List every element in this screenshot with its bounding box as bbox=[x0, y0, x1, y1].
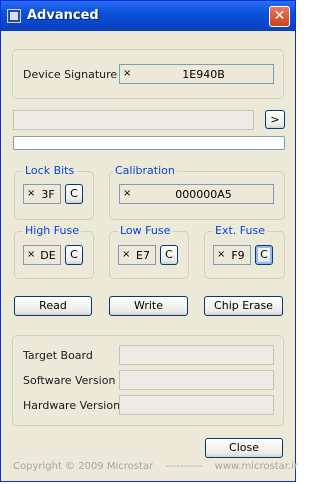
calibration-field: × 000000A5 bbox=[119, 184, 274, 204]
ext-fuse-c-button[interactable]: C bbox=[255, 245, 273, 265]
software-version-label: Software Version bbox=[23, 374, 116, 387]
status-field bbox=[13, 110, 254, 130]
hardware-version-label: Hardware Version bbox=[23, 399, 121, 412]
ext-fuse-clear-icon: × bbox=[217, 249, 226, 260]
target-board-label: Target Board bbox=[23, 349, 93, 362]
calibration-value: 000000A5 bbox=[175, 188, 232, 201]
signature-field: × 1E940B bbox=[119, 64, 274, 84]
low-fuse-field[interactable]: × E7 bbox=[118, 245, 156, 265]
ext-fuse-label: Ext. Fuse bbox=[213, 224, 267, 237]
target-board-field bbox=[119, 345, 274, 365]
next-button[interactable]: > bbox=[265, 110, 285, 129]
lock-bits-field[interactable]: × 3F bbox=[23, 184, 61, 204]
chip-erase-button[interactable]: Chip Erase bbox=[204, 296, 283, 316]
chip-icon bbox=[7, 9, 21, 23]
calibration-clear-icon: × bbox=[123, 188, 132, 199]
window-close-button[interactable]: ✕ bbox=[269, 6, 290, 27]
high-fuse-clear-icon: × bbox=[27, 249, 36, 260]
low-fuse-clear-icon: × bbox=[122, 249, 131, 260]
software-version-field bbox=[119, 370, 274, 390]
low-fuse-c-button[interactable]: C bbox=[160, 245, 178, 265]
low-fuse-value: E7 bbox=[136, 249, 150, 262]
signature-label: Device Signature bbox=[23, 68, 118, 81]
window-title: Advanced bbox=[27, 8, 99, 23]
calibration-label: Calibration bbox=[113, 164, 177, 177]
close-button[interactable]: Close bbox=[205, 438, 283, 458]
ext-fuse-field[interactable]: × F9 bbox=[213, 245, 251, 265]
progress-bar bbox=[13, 136, 285, 150]
high-fuse-label: High Fuse bbox=[23, 224, 81, 237]
lock-bits-value: 3F bbox=[41, 188, 55, 201]
lock-bits-label: Lock Bits bbox=[23, 164, 77, 177]
read-button[interactable]: Read bbox=[14, 296, 92, 316]
title-bar[interactable]: Advanced ✕ bbox=[1, 1, 295, 31]
signature-clear-icon: × bbox=[123, 68, 132, 79]
write-button[interactable]: Write bbox=[109, 296, 188, 316]
high-fuse-field[interactable]: × DE bbox=[23, 245, 61, 265]
hardware-version-field bbox=[119, 395, 274, 415]
ext-fuse-value: F9 bbox=[231, 249, 245, 262]
high-fuse-c-button[interactable]: C bbox=[65, 245, 83, 265]
copyright-footer: Copyright © 2009 Microstar ---------- ww… bbox=[13, 461, 298, 472]
lock-bits-clear-icon: × bbox=[27, 188, 36, 199]
lock-bits-c-button[interactable]: C bbox=[65, 184, 83, 204]
low-fuse-label: Low Fuse bbox=[118, 224, 173, 237]
signature-value: 1E940B bbox=[182, 68, 225, 81]
advanced-window: Advanced ✕ Device Signature × 1E940B > L… bbox=[0, 0, 298, 482]
high-fuse-value: DE bbox=[40, 249, 56, 262]
